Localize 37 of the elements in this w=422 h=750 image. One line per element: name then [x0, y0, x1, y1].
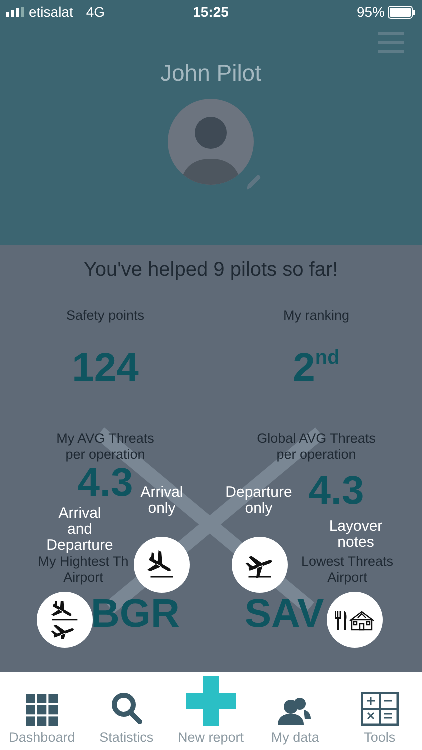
- action-button[interactable]: [232, 537, 288, 593]
- fork-knife-house-icon: [333, 608, 377, 632]
- grid-icon: [26, 694, 58, 726]
- clock-time: 15:25: [193, 4, 229, 20]
- battery-percent: 95%: [356, 4, 386, 20]
- calculator-icon: [360, 692, 399, 726]
- signal-icon: [6, 7, 24, 17]
- stat-label: My ranking: [283, 308, 350, 325]
- action-label: Arrival only: [140, 485, 184, 517]
- carrier-name: etisalat: [29, 4, 74, 20]
- tab-label[interactable]: Tools: [364, 730, 396, 745]
- stat-label: My Hightest Th Airport: [38, 554, 129, 586]
- stat-label: My AVG Threats per operation: [56, 431, 154, 463]
- action-label: Layover notes: [329, 519, 383, 551]
- stat-value: 4.3: [78, 463, 134, 503]
- tab-label[interactable]: Dashboard: [9, 730, 76, 745]
- profile-name: John Pilot: [160, 60, 262, 87]
- stat-label: Global AVG Threats per operation: [257, 431, 376, 463]
- stat-value: 4.3: [308, 471, 364, 511]
- stat-value: SAV: [244, 594, 324, 634]
- network-type: 4G: [86, 4, 106, 20]
- battery-icon: [388, 6, 416, 18]
- action-button[interactable]: [134, 537, 190, 593]
- helped-pilots-message: You've helped 9 pilots so far!: [82, 259, 340, 282]
- stat-value: BGR: [91, 594, 180, 634]
- people-icon: [278, 696, 312, 726]
- tab-label[interactable]: My data: [271, 730, 320, 745]
- search-icon: [110, 692, 144, 726]
- action-label: Arrival and Departure: [46, 506, 114, 554]
- tab-label[interactable]: Statistics: [100, 730, 154, 745]
- stat-label: Safety points: [66, 308, 145, 325]
- plus-icon: [186, 676, 236, 726]
- stat-value: 124: [72, 348, 139, 388]
- stat-label: Lowest Threats Airport: [301, 554, 394, 586]
- stat-value: 2$^{nd}$: [293, 348, 340, 388]
- tab-label[interactable]: New report: [178, 730, 244, 745]
- action-label: Departure only: [226, 485, 292, 517]
